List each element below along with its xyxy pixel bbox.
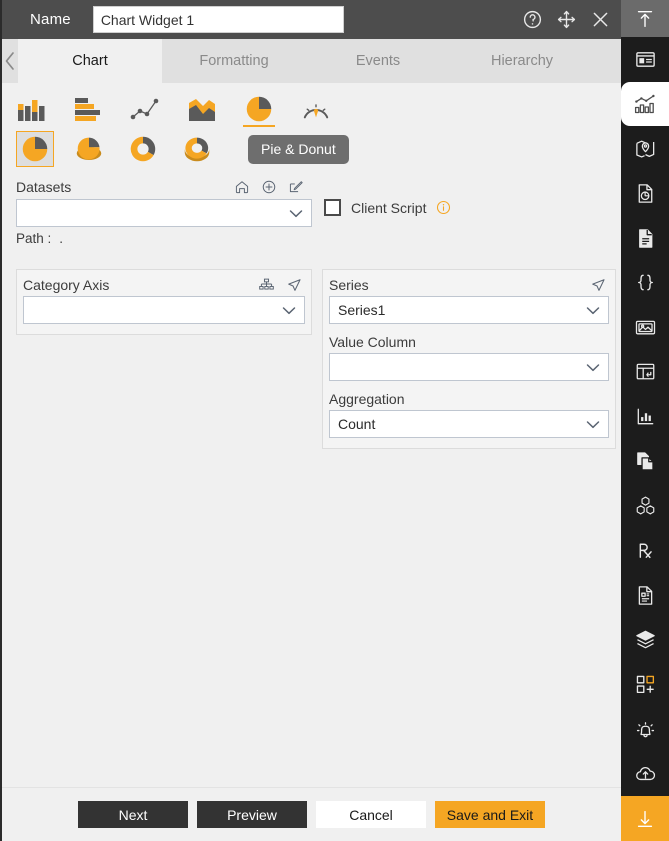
pie-flat-icon[interactable] [16, 131, 54, 167]
cursor-arrow-icon[interactable] [286, 277, 303, 294]
image-widget-icon[interactable] [621, 305, 669, 350]
code-braces-icon[interactable] [621, 260, 669, 305]
chart-type-secondary-row: Pie & Donut [2, 129, 621, 169]
value-column-label: Value Column [329, 334, 416, 350]
column-chart-icon[interactable] [12, 91, 50, 127]
gauge-chart-icon[interactable] [297, 91, 335, 127]
preview-button[interactable]: Preview [197, 801, 307, 828]
category-axis-actions [258, 277, 305, 294]
chart-type-selector: Pie & Donut [2, 83, 621, 169]
category-axis-header: Category Axis [23, 274, 305, 296]
main-panel: Name Chart Widget 1 Chart Formatting Eve… [0, 0, 669, 841]
close-icon[interactable] [589, 9, 611, 31]
tab-chart[interactable]: Chart [18, 39, 162, 83]
right-toolbar [621, 0, 669, 841]
cursor-arrow-icon[interactable] [590, 277, 607, 294]
bar-chart-icon[interactable] [69, 91, 107, 127]
series-actions [590, 277, 609, 294]
datasets-label: Datasets [16, 179, 72, 195]
widget-name-input[interactable] [92, 6, 344, 33]
titlebar-actions [521, 0, 611, 39]
chart-widget-dialog: Name Chart Widget 1 Chart Formatting Eve… [0, 0, 669, 841]
prescription-rx-icon[interactable] [621, 528, 669, 573]
chevron-down-icon [584, 361, 602, 373]
pie-3d-icon[interactable] [70, 131, 108, 167]
client-script-checkbox[interactable] [324, 199, 341, 216]
home-icon[interactable] [234, 179, 250, 195]
map-widget-icon[interactable] [621, 126, 669, 171]
datasets-header: Datasets [16, 177, 312, 197]
datasets-dropdown[interactable] [16, 199, 312, 227]
path-label: Path : [16, 231, 52, 246]
client-script-row: Client Script [324, 199, 451, 216]
chart-widget-icon[interactable] [621, 81, 669, 127]
tab-events[interactable]: Events [306, 39, 450, 83]
hierarchy-tree-icon[interactable] [258, 277, 275, 294]
tab-hierarchy-label: Hierarchy [490, 53, 554, 69]
sparkline-icon[interactable] [621, 394, 669, 439]
dialog-titlebar: Name [2, 0, 621, 39]
value-column-dropdown[interactable] [329, 353, 609, 381]
collapse-up-icon[interactable] [621, 0, 669, 38]
chevron-down-icon [584, 304, 602, 316]
copy-page-icon[interactable] [621, 439, 669, 484]
move-arrows-icon[interactable] [555, 9, 577, 31]
save-and-exit-button[interactable]: Save and Exit [435, 801, 545, 828]
cubes-icon[interactable] [621, 484, 669, 529]
chevron-down-icon [287, 207, 305, 219]
chart-type-primary-row [2, 89, 621, 129]
name-label: Name [30, 11, 71, 28]
chart-config-form: Datasets Path: . Client Script Category… [2, 169, 621, 787]
datasets-section: Datasets Path: . [16, 177, 312, 246]
add-tiles-icon[interactable] [621, 662, 669, 707]
pie-chart-icon[interactable] [240, 91, 278, 127]
tabs-prev-arrow[interactable] [2, 39, 18, 83]
info-circle-icon[interactable] [436, 200, 451, 215]
cancel-button[interactable]: Cancel [316, 801, 426, 828]
add-circle-icon[interactable] [261, 179, 277, 195]
category-axis-dropdown[interactable] [23, 296, 305, 324]
series-dropdown[interactable]: Series1 [329, 296, 609, 324]
form-document-icon[interactable] [621, 573, 669, 618]
series-dropdown-value: Series1 [338, 302, 386, 318]
donut-3d-icon[interactable] [178, 131, 216, 167]
series-header: Series [329, 274, 609, 296]
datasets-actions [234, 179, 312, 195]
category-axis-label: Category Axis [23, 277, 110, 293]
chart-type-tooltip: Pie & Donut [248, 134, 349, 164]
cloud-upload-icon[interactable] [621, 752, 669, 797]
dialog-footer: Next Preview Cancel Save and Exit [2, 787, 621, 841]
area-chart-icon[interactable] [183, 91, 221, 127]
donut-icon[interactable] [124, 131, 162, 167]
aggregation-label: Aggregation [329, 391, 405, 407]
tab-chart-label: Chart [72, 53, 108, 69]
line-scatter-chart-icon[interactable] [126, 91, 164, 127]
widget-panel-icon[interactable] [621, 37, 669, 82]
tab-strip: Chart Formatting Events Hierarchy Annota… [2, 39, 669, 83]
dataset-path: Path :. [16, 231, 312, 246]
aggregation-value: Count [338, 416, 376, 432]
chevron-down-icon [280, 304, 298, 316]
chevron-down-icon [584, 418, 602, 430]
alert-bell-icon[interactable] [621, 707, 669, 752]
category-axis-panel: Category Axis [16, 269, 312, 335]
report-pie-icon[interactable] [621, 171, 669, 216]
path-value: . [59, 231, 64, 246]
edit-pencil-icon[interactable] [288, 179, 304, 195]
series-panel: Series Series1 Value Column Aggregation … [322, 269, 616, 449]
help-circle-icon[interactable] [521, 9, 543, 31]
tab-formatting-label: Formatting [199, 53, 269, 69]
tab-events-label: Events [355, 53, 401, 69]
client-script-label: Client Script [351, 199, 427, 216]
layers-icon[interactable] [621, 618, 669, 663]
table-widget-icon[interactable] [621, 350, 669, 395]
next-button[interactable]: Next [78, 801, 188, 828]
download-icon[interactable] [621, 796, 669, 841]
aggregation-dropdown[interactable]: Count [329, 410, 609, 438]
tab-hierarchy[interactable]: Hierarchy [450, 39, 594, 83]
tab-formatting[interactable]: Formatting [162, 39, 306, 83]
document-icon[interactable] [621, 216, 669, 261]
series-label: Series [329, 277, 369, 293]
